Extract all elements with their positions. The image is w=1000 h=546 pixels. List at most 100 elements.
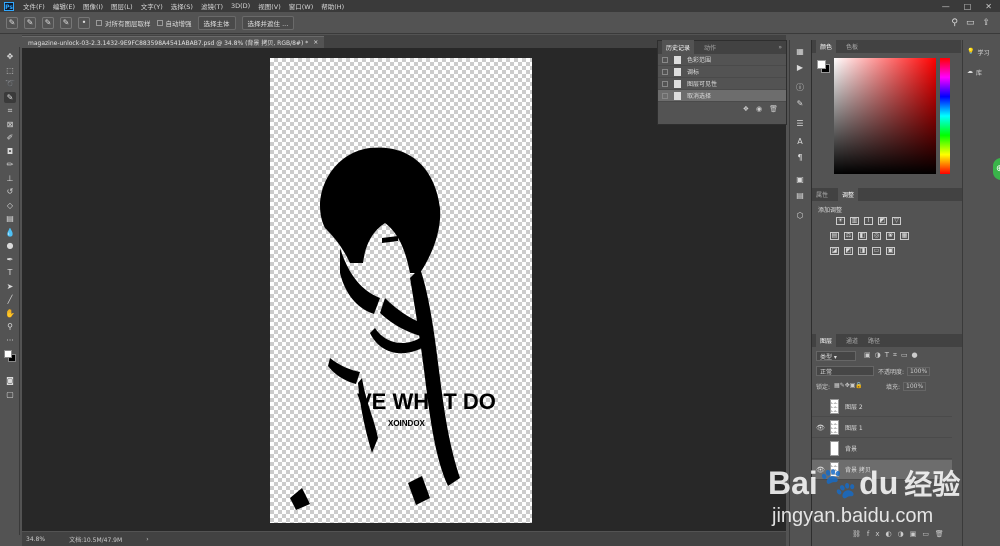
invert-icon[interactable]: ◪	[830, 247, 839, 255]
plus-floating-button[interactable]: ⊕	[993, 158, 1000, 180]
screen-mode-icon[interactable]: ▢	[4, 389, 16, 400]
paragraph-panel-icon[interactable]: ¶	[794, 152, 806, 163]
workspace-icon[interactable]: ▭	[966, 18, 975, 28]
tab-properties[interactable]: 属性	[816, 190, 828, 199]
libraries-icon[interactable]: ▤	[794, 190, 806, 201]
menu-edit[interactable]: 编辑(E)	[49, 1, 79, 11]
marquee-tool-icon[interactable]: ⬚	[4, 65, 16, 76]
menu-window[interactable]: 窗口(W)	[285, 1, 318, 11]
pen-tool-icon[interactable]: ✒	[4, 254, 16, 265]
select-and-mask-button[interactable]: 选择并遮住 ...	[241, 15, 295, 30]
brush-tool-icon[interactable]: ✏	[4, 159, 16, 170]
actions-play-icon[interactable]: ▶	[794, 62, 806, 73]
close-window-button[interactable]: ✕	[985, 2, 992, 11]
character-panel-icon[interactable]: A	[794, 136, 806, 147]
path-selection-icon[interactable]: ➤	[4, 281, 16, 292]
brush-size-icon[interactable]: •	[78, 16, 90, 29]
lock-icons[interactable]: ▦✎✥▣🔒	[834, 382, 863, 391]
line-tool-icon[interactable]: ╱	[4, 294, 16, 305]
tab-layers[interactable]: 图层	[816, 333, 837, 348]
tab-paths[interactable]: 路径	[868, 336, 880, 345]
photo-filter-icon[interactable]: ◎	[872, 232, 881, 240]
edit-toolbar-icon[interactable]: ···	[4, 335, 16, 346]
layer-row[interactable]: 图层 2	[812, 397, 952, 417]
levels-icon[interactable]: ▥	[850, 217, 859, 225]
color-balance-icon[interactable]: ⚖	[844, 232, 853, 240]
search-icon[interactable]: ⚲	[951, 18, 958, 28]
history-snapshot-box[interactable]	[662, 80, 668, 87]
new-selection-icon[interactable]: ✎	[24, 16, 36, 29]
gradient-tool-icon[interactable]: ▤	[4, 213, 16, 224]
menu-file[interactable]: 文件(F)	[19, 1, 49, 11]
color-lookup-icon[interactable]: ▦	[900, 232, 909, 240]
history-snapshot-box[interactable]	[662, 56, 668, 63]
tab-swatches[interactable]: 色板	[846, 42, 858, 51]
healing-brush-icon[interactable]: ◘	[4, 146, 16, 157]
foreground-swatch[interactable]	[817, 60, 826, 69]
opacity-control[interactable]: 不透明度: 100%	[878, 367, 931, 376]
fill-value[interactable]: 100%	[903, 382, 927, 391]
history-item[interactable]: 调标	[658, 66, 786, 78]
zoom-level[interactable]: 34.8%	[26, 536, 45, 543]
black-white-icon[interactable]: ◧	[858, 232, 867, 240]
gradient-map-icon[interactable]: ▭	[872, 247, 881, 255]
libraries-button[interactable]: ☁ 库	[967, 68, 982, 77]
panel-collapse-icon[interactable]: »	[778, 44, 786, 51]
quick-selection-tool-icon[interactable]: ✎	[4, 92, 16, 103]
status-menu-arrow[interactable]: ›	[146, 536, 148, 543]
color-field[interactable]	[834, 58, 936, 174]
close-tab-icon[interactable]: ×	[313, 39, 318, 46]
history-item[interactable]: 图层可见性	[658, 78, 786, 90]
crop-tool-icon[interactable]: ⌗	[4, 105, 16, 116]
history-panel-icon[interactable]: ▦	[794, 46, 806, 57]
tab-channels[interactable]: 通道	[846, 336, 858, 345]
blur-tool-icon[interactable]: 💧	[4, 227, 16, 238]
history-item[interactable]: 色彩范围	[658, 54, 786, 66]
share-icon[interactable]: ⇪	[982, 18, 990, 28]
vibrance-icon[interactable]: ▽	[892, 217, 901, 225]
hue-saturation-icon[interactable]: ▤	[830, 232, 839, 240]
tab-adjustments[interactable]: 调整	[838, 187, 859, 202]
glyphs-icon[interactable]: ▣	[794, 174, 806, 185]
layer-filter-icons[interactable]: ▣◑T⌗▭●	[864, 351, 922, 360]
trash-icon[interactable]: 🗑	[769, 105, 778, 113]
menu-layer[interactable]: 图层(L)	[107, 1, 137, 11]
move-tool-icon[interactable]: ✥	[4, 51, 16, 62]
menu-help[interactable]: 帮助(H)	[317, 1, 348, 11]
learn-button[interactable]: 💡 学习	[967, 48, 990, 57]
lasso-tool-icon[interactable]: ➰	[4, 78, 16, 89]
history-snapshot-box[interactable]	[662, 68, 668, 75]
brightness-icon[interactable]: ☀	[836, 217, 845, 225]
zoom-tool-icon[interactable]: ⚲	[4, 321, 16, 332]
threshold-icon[interactable]: ◨	[858, 247, 867, 255]
history-item-selected[interactable]: 取消选择	[658, 90, 786, 102]
info-icon[interactable]: ⓘ	[794, 82, 806, 93]
document-tab[interactable]: magazine-unlock-03-2.3.1432-9E9FC883598A…	[22, 36, 325, 48]
sample-all-layers-checkbox[interactable]: 对所有图层取样	[96, 18, 151, 28]
document-canvas[interactable]: VE WHAT DO XOINDOX	[270, 58, 532, 523]
menu-3d[interactable]: 3D(D)	[227, 2, 254, 10]
menu-select[interactable]: 选择(S)	[167, 1, 197, 11]
channel-mixer-icon[interactable]: ❀	[886, 232, 895, 240]
hand-tool-icon[interactable]: ✋	[4, 308, 16, 319]
layer-kind-filter[interactable]: 类型 ▾	[816, 351, 856, 361]
menu-image[interactable]: 图像(I)	[79, 1, 107, 11]
brush-settings-icon[interactable]: ✎	[794, 98, 806, 109]
maximize-button[interactable]: □	[964, 2, 972, 11]
new-document-from-state-icon[interactable]: ❖	[743, 105, 749, 113]
tab-history[interactable]: 历史记录	[662, 40, 695, 55]
menu-view[interactable]: 视图(V)	[254, 1, 285, 11]
hue-slider[interactable]	[940, 58, 950, 174]
frame-tool-icon[interactable]: ⊠	[4, 119, 16, 130]
history-snapshot-box[interactable]	[662, 92, 668, 99]
opacity-value[interactable]: 100%	[907, 367, 931, 376]
quick-mask-icon[interactable]: ◙	[4, 375, 16, 386]
curves-icon[interactable]: ⌇	[864, 217, 873, 225]
clone-stamp-icon[interactable]: ⊥	[4, 173, 16, 184]
adjust-sliders-icon[interactable]: ☰	[794, 118, 806, 129]
menu-type[interactable]: 文字(Y)	[137, 1, 167, 11]
eraser-tool-icon[interactable]: ◇	[4, 200, 16, 211]
history-brush-icon[interactable]: ↺	[4, 186, 16, 197]
3d-cube-icon[interactable]: ⬡	[794, 210, 806, 221]
fill-control[interactable]: 填充: 100%	[886, 382, 927, 391]
